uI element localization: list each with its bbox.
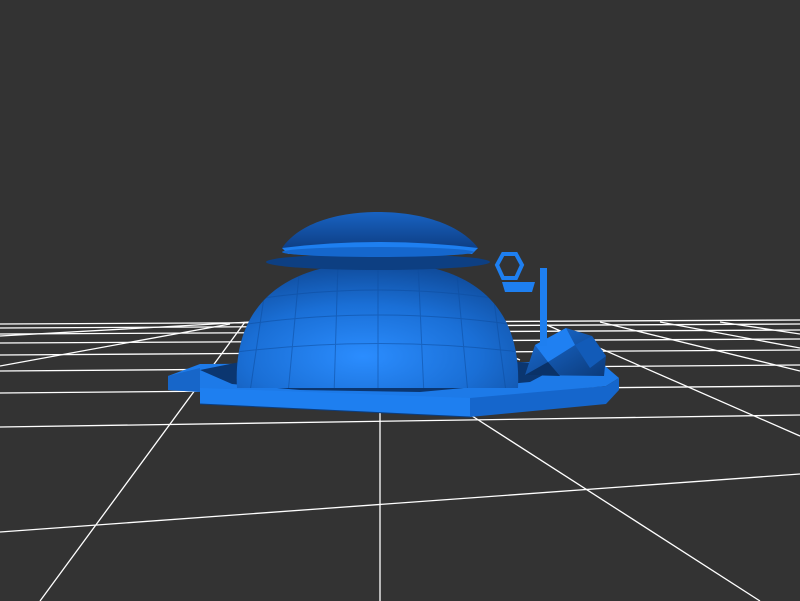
rock: [525, 328, 606, 376]
3d-viewport[interactable]: [0, 0, 800, 601]
dome: [236, 254, 519, 388]
dome-model: [168, 212, 619, 418]
scene: [0, 212, 800, 601]
dome-cap: [282, 212, 478, 257]
